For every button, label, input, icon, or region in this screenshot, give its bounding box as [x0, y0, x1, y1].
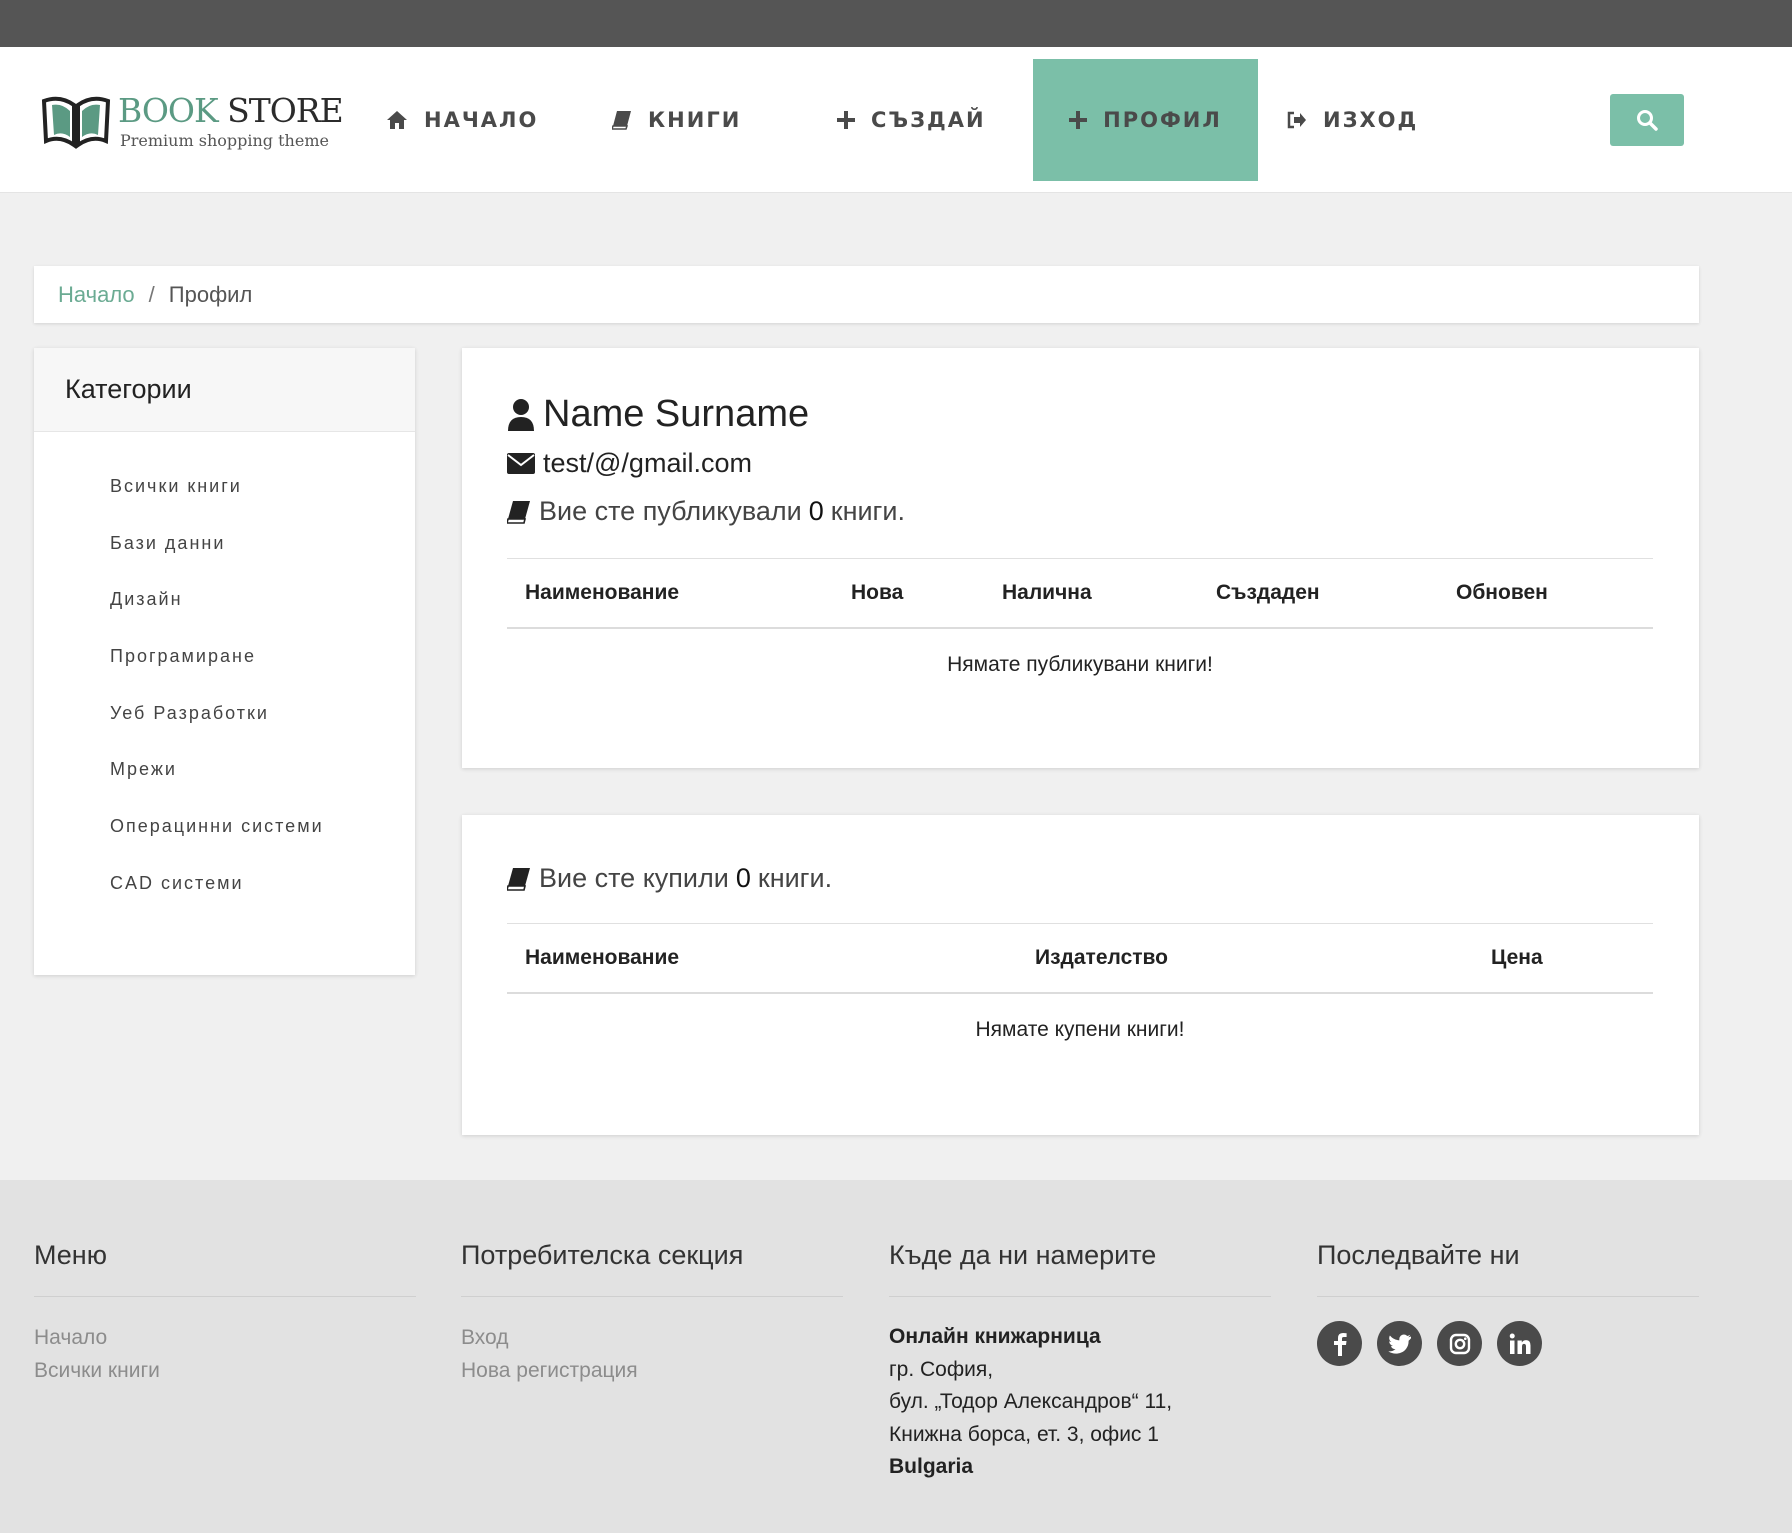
- brand-logo[interactable]: BOOK STORE Premium shopping theme: [40, 89, 344, 151]
- user-icon: [507, 398, 535, 432]
- bought-empty-message: Нямате купени книги!: [975, 1018, 1185, 1041]
- breadcrumb-separator: /: [148, 281, 155, 307]
- breadcrumb: Начало / Профил: [34, 266, 1699, 323]
- breadcrumb-current: Профил: [168, 281, 253, 307]
- col-title: Наименование: [525, 581, 680, 604]
- footer-user-column: Потребителска секция Вход Нова регистрац…: [461, 1240, 843, 1387]
- home-icon: [386, 110, 408, 130]
- published-empty-message: Нямате публикувани книги!: [947, 653, 1213, 676]
- twitter-icon[interactable]: [1377, 1321, 1422, 1366]
- categories-title: Категории: [34, 348, 415, 432]
- category-programming[interactable]: Програмиране: [34, 628, 415, 685]
- category-databases[interactable]: Бази данни: [34, 515, 415, 572]
- nav-logout[interactable]: ИЗХОД: [1287, 59, 1418, 181]
- footer-menu-title: Меню: [34, 1240, 416, 1297]
- profile-card: Name Surname test/@/gmail.com Вие сте пу…: [462, 348, 1699, 768]
- bought-count-text: Вие сте купили 0 книги.: [507, 863, 832, 894]
- bought-books-table: Наименование Издателство Цена Нямате куп…: [507, 923, 1653, 1066]
- footer-link-all-books[interactable]: Всички книги: [34, 1354, 416, 1387]
- breadcrumb-home-link[interactable]: Начало: [58, 282, 135, 308]
- col-new: Нова: [851, 581, 904, 604]
- address-line: бул. „Тодор Александров“ 11,: [889, 1390, 1173, 1413]
- profile-name: Name Surname: [507, 393, 809, 436]
- nav-home[interactable]: НАЧАЛО: [386, 59, 538, 181]
- footer-link-register[interactable]: Нова регистрация: [461, 1354, 843, 1387]
- categories-sidebar: Категории Всички книги Бази данни Дизайн…: [34, 348, 415, 975]
- footer-link-home[interactable]: Начало: [34, 1321, 416, 1354]
- address-name: Онлайн книжарница: [889, 1325, 1101, 1348]
- site-header: BOOK STORE Premium shopping theme НАЧАЛО…: [0, 47, 1792, 193]
- book-icon: [507, 500, 531, 524]
- category-design[interactable]: Дизайн: [34, 571, 415, 628]
- nav-create[interactable]: СЪЗДАЙ: [837, 59, 986, 181]
- book-icon: [612, 110, 632, 130]
- footer-location-title: Къде да ни намерите: [889, 1240, 1271, 1297]
- search-icon: [1637, 110, 1658, 131]
- nav-profile[interactable]: ПРОФИЛ: [1033, 59, 1258, 181]
- address-line: гр. София,: [889, 1357, 994, 1381]
- footer-social-column: Последвайте ни: [1317, 1240, 1699, 1366]
- col-publisher: Издателство: [1035, 946, 1168, 969]
- search-button[interactable]: [1610, 94, 1684, 146]
- footer-social-title: Последвайте ни: [1317, 1240, 1699, 1297]
- footer-user-title: Потребителска секция: [461, 1240, 843, 1297]
- table-header: Наименование Издателство Цена: [507, 924, 1653, 994]
- purchases-card: Вие сте купили 0 книги. Наименование Изд…: [462, 815, 1699, 1135]
- footer-location-column: Къде да ни намерите Онлайн книжарница гр…: [889, 1240, 1271, 1484]
- col-title: Наименование: [525, 946, 680, 969]
- address-line: Книжна борса, ет. 3, офис 1: [889, 1422, 1159, 1446]
- brand-tagline: Premium shopping theme: [120, 131, 329, 150]
- instagram-icon[interactable]: [1437, 1321, 1482, 1366]
- category-networks[interactable]: Мрежи: [34, 741, 415, 798]
- brand-title: BOOK STORE: [118, 91, 344, 130]
- footer-menu-column: Меню Начало Всички книги: [34, 1240, 416, 1387]
- col-updated: Обновен: [1456, 581, 1548, 604]
- social-links: [1317, 1321, 1699, 1366]
- profile-email: test/@/gmail.com: [507, 448, 752, 479]
- linkedin-icon[interactable]: [1497, 1321, 1542, 1366]
- sign-out-icon: [1287, 111, 1307, 129]
- site-footer: Меню Начало Всички книги Потребителска с…: [0, 1180, 1792, 1533]
- facebook-icon[interactable]: [1317, 1321, 1362, 1366]
- published-books-table: Наименование Нова Налична Създаден Обнов…: [507, 558, 1653, 701]
- open-book-logo-icon: [41, 96, 111, 149]
- categories-list: Всички книги Бази данни Дизайн Програмир…: [34, 432, 415, 912]
- footer-link-login[interactable]: Вход: [461, 1321, 843, 1354]
- category-operating-systems[interactable]: Операцинни системи: [34, 798, 415, 855]
- top-bar: [0, 0, 1792, 47]
- col-available: Налична: [1002, 581, 1092, 604]
- nav-books[interactable]: КНИГИ: [612, 59, 741, 181]
- category-web-development[interactable]: Уеб Разработки: [34, 685, 415, 742]
- plus-icon: [1069, 111, 1088, 129]
- address-country: Bulgaria: [889, 1455, 974, 1478]
- col-created: Създаден: [1216, 581, 1320, 604]
- col-price: Цена: [1491, 946, 1543, 969]
- table-header: Наименование Нова Налична Създаден Обнов…: [507, 559, 1653, 629]
- envelope-icon: [507, 453, 535, 474]
- category-all-books[interactable]: Всички книги: [34, 458, 415, 515]
- book-icon: [507, 867, 531, 891]
- published-count-text: Вие сте публикували 0 книги.: [507, 496, 905, 527]
- plus-icon: [837, 111, 855, 129]
- category-cad-systems[interactable]: CAD системи: [34, 855, 415, 912]
- address: Онлайн книжарница гр. София, бул. „Тодор…: [889, 1321, 1271, 1484]
